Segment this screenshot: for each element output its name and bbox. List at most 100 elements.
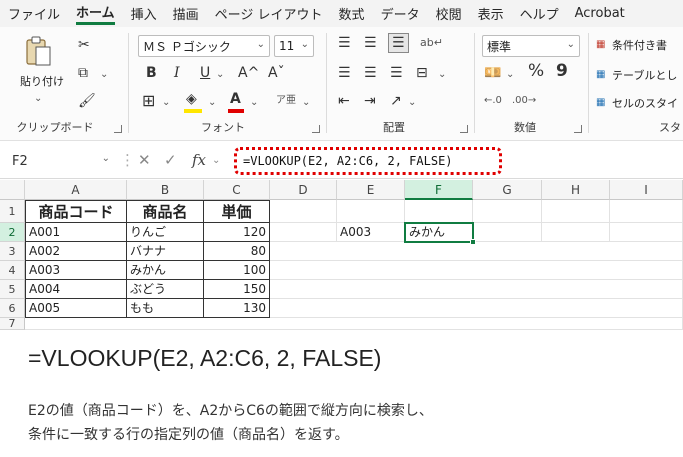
alignment-launcher-icon[interactable] xyxy=(460,125,468,133)
table-cell-price[interactable]: 130 xyxy=(204,299,270,318)
percent-button[interactable]: % xyxy=(528,63,544,80)
row-header-2[interactable]: 2 xyxy=(0,223,25,242)
table-cell-price[interactable]: 150 xyxy=(204,280,270,299)
column-header-b[interactable]: B xyxy=(127,180,204,200)
table-cell-code[interactable]: A004 xyxy=(25,280,127,299)
table-cell-code[interactable]: A003 xyxy=(25,261,127,280)
borders-icon[interactable]: ⊞ xyxy=(142,93,155,109)
column-header-i[interactable]: I xyxy=(610,180,683,200)
borders-dropdown-icon[interactable]: ⌄ xyxy=(162,95,170,111)
cell-d2[interactable] xyxy=(270,223,337,242)
row-header-4[interactable]: 4 xyxy=(0,261,25,280)
table-cell-code[interactable]: A005 xyxy=(25,299,127,318)
underline-dropdown-icon[interactable]: ⌄ xyxy=(216,67,224,83)
fill-dropdown-icon[interactable]: ⌄ xyxy=(208,95,216,111)
column-header-f[interactable]: F xyxy=(405,180,473,200)
copy-dropdown-icon[interactable]: ⌄ xyxy=(100,67,108,83)
orientation-icon[interactable]: ↗ xyxy=(390,93,402,109)
empty-row-3[interactable] xyxy=(270,242,683,261)
fill-handle[interactable] xyxy=(470,239,476,245)
font-name-select[interactable]: ＭＳ Ｐゴシック ⌄ xyxy=(138,35,270,57)
align-middle-icon[interactable]: ☰ xyxy=(364,35,377,51)
column-header-c[interactable]: C xyxy=(204,180,270,200)
name-box[interactable]: F2 ⌄ xyxy=(6,149,112,173)
row-header-1[interactable]: 1 xyxy=(0,200,25,223)
copy-icon[interactable]: ⧉ xyxy=(78,65,88,81)
number-launcher-icon[interactable] xyxy=(574,125,582,133)
tab-page-layout[interactable]: ページ レイアウト xyxy=(215,4,323,23)
header-cell-code[interactable]: 商品コード xyxy=(25,200,127,223)
table-cell-price[interactable]: 100 xyxy=(204,261,270,280)
cell-styles-button[interactable]: セルのスタイ xyxy=(612,95,678,111)
currency-dropdown-icon[interactable]: ⌄ xyxy=(506,67,514,83)
insert-function-button[interactable]: fx xyxy=(192,151,206,169)
header-cell-name[interactable]: 商品名 xyxy=(127,200,204,223)
cell-i2[interactable] xyxy=(610,223,683,242)
cancel-icon[interactable]: ✕ xyxy=(138,151,151,169)
row-header-5[interactable]: 5 xyxy=(0,280,25,299)
increase-indent-icon[interactable]: ⇥ xyxy=(364,93,376,109)
merge-dropdown-icon[interactable]: ⌄ xyxy=(438,67,446,83)
row-header-7[interactable]: 7 xyxy=(0,318,25,330)
cell-e1[interactable] xyxy=(337,200,405,223)
tab-data[interactable]: データ xyxy=(381,4,420,23)
format-painter-icon[interactable]: 🖌 xyxy=(78,93,96,109)
table-cell-name[interactable]: ぶどう xyxy=(127,280,204,299)
clipboard-launcher-icon[interactable] xyxy=(114,125,122,133)
empty-row-7[interactable] xyxy=(25,318,683,330)
cell-f2-result[interactable]: みかん xyxy=(404,222,474,243)
header-cell-price[interactable]: 単価 xyxy=(204,200,270,223)
tab-view[interactable]: 表示 xyxy=(478,4,504,23)
tab-help[interactable]: ヘルプ xyxy=(520,4,559,23)
table-cell-name[interactable]: りんご xyxy=(127,223,204,242)
wrap-text-icon[interactable]: ab↵ xyxy=(420,35,443,51)
cell-e2-lookup-value[interactable]: A003 xyxy=(337,223,405,242)
table-cell-code[interactable]: A001 xyxy=(25,223,127,242)
column-header-d[interactable]: D xyxy=(270,180,337,200)
font-color-button[interactable]: A xyxy=(230,91,241,107)
phonetic-icon[interactable]: ア亜 xyxy=(276,93,296,109)
tab-review[interactable]: 校閲 xyxy=(436,4,462,23)
column-header-a[interactable]: A xyxy=(25,180,127,200)
cell-g2[interactable] xyxy=(473,223,542,242)
tab-file[interactable]: ファイル xyxy=(8,4,60,23)
table-cell-name[interactable]: もも xyxy=(127,299,204,318)
comma-button[interactable]: 9 xyxy=(556,63,568,80)
tab-home[interactable]: ホーム xyxy=(76,2,115,25)
tab-acrobat[interactable]: Acrobat xyxy=(575,6,625,21)
increase-decimal-icon[interactable]: ←.0 xyxy=(484,93,502,109)
align-bottom-icon[interactable]: ☰ xyxy=(388,33,409,53)
italic-button[interactable]: I xyxy=(174,65,180,81)
enter-icon[interactable]: ✓ xyxy=(164,151,177,169)
font-launcher-icon[interactable] xyxy=(312,125,320,133)
table-cell-name[interactable]: みかん xyxy=(127,261,204,280)
align-top-icon[interactable]: ☰ xyxy=(338,35,351,51)
tab-formulas[interactable]: 数式 xyxy=(339,4,365,23)
grow-font-button[interactable]: A^ xyxy=(238,65,259,81)
decrease-indent-icon[interactable]: ⇤ xyxy=(338,93,350,109)
select-all-corner[interactable] xyxy=(0,180,25,200)
bold-button[interactable]: B xyxy=(146,65,157,81)
tab-insert[interactable]: 挿入 xyxy=(131,4,157,23)
align-right-icon[interactable]: ☰ xyxy=(390,65,403,81)
font-size-select[interactable]: 11 ⌄ xyxy=(274,35,314,57)
decrease-decimal-icon[interactable]: .00→ xyxy=(512,93,536,109)
phonetic-dropdown-icon[interactable]: ⌄ xyxy=(302,95,310,111)
align-center-icon[interactable]: ☰ xyxy=(364,65,377,81)
orientation-dropdown-icon[interactable]: ⌄ xyxy=(408,95,416,111)
font-color-dropdown-icon[interactable]: ⌄ xyxy=(250,95,258,111)
fill-color-icon[interactable]: ◈ xyxy=(186,91,197,107)
underline-button[interactable]: U xyxy=(200,65,210,81)
row-header-6[interactable]: 6 xyxy=(0,299,25,318)
tab-draw[interactable]: 描画 xyxy=(173,4,199,23)
empty-row-4[interactable] xyxy=(270,261,683,280)
column-header-g[interactable]: G xyxy=(473,180,542,200)
merge-center-icon[interactable]: ⊟ xyxy=(416,65,428,81)
table-cell-price[interactable]: 120 xyxy=(204,223,270,242)
format-as-table-button[interactable]: テーブルとし xyxy=(612,67,677,83)
table-cell-name[interactable]: バナナ xyxy=(127,242,204,261)
align-left-icon[interactable]: ☰ xyxy=(338,65,351,81)
conditional-format-button[interactable]: 条件付き書 xyxy=(612,37,667,53)
cut-icon[interactable]: ✂ xyxy=(78,37,90,53)
formula-input[interactable]: =VLOOKUP(E2, A2:C6, 2, FALSE) xyxy=(234,147,502,175)
